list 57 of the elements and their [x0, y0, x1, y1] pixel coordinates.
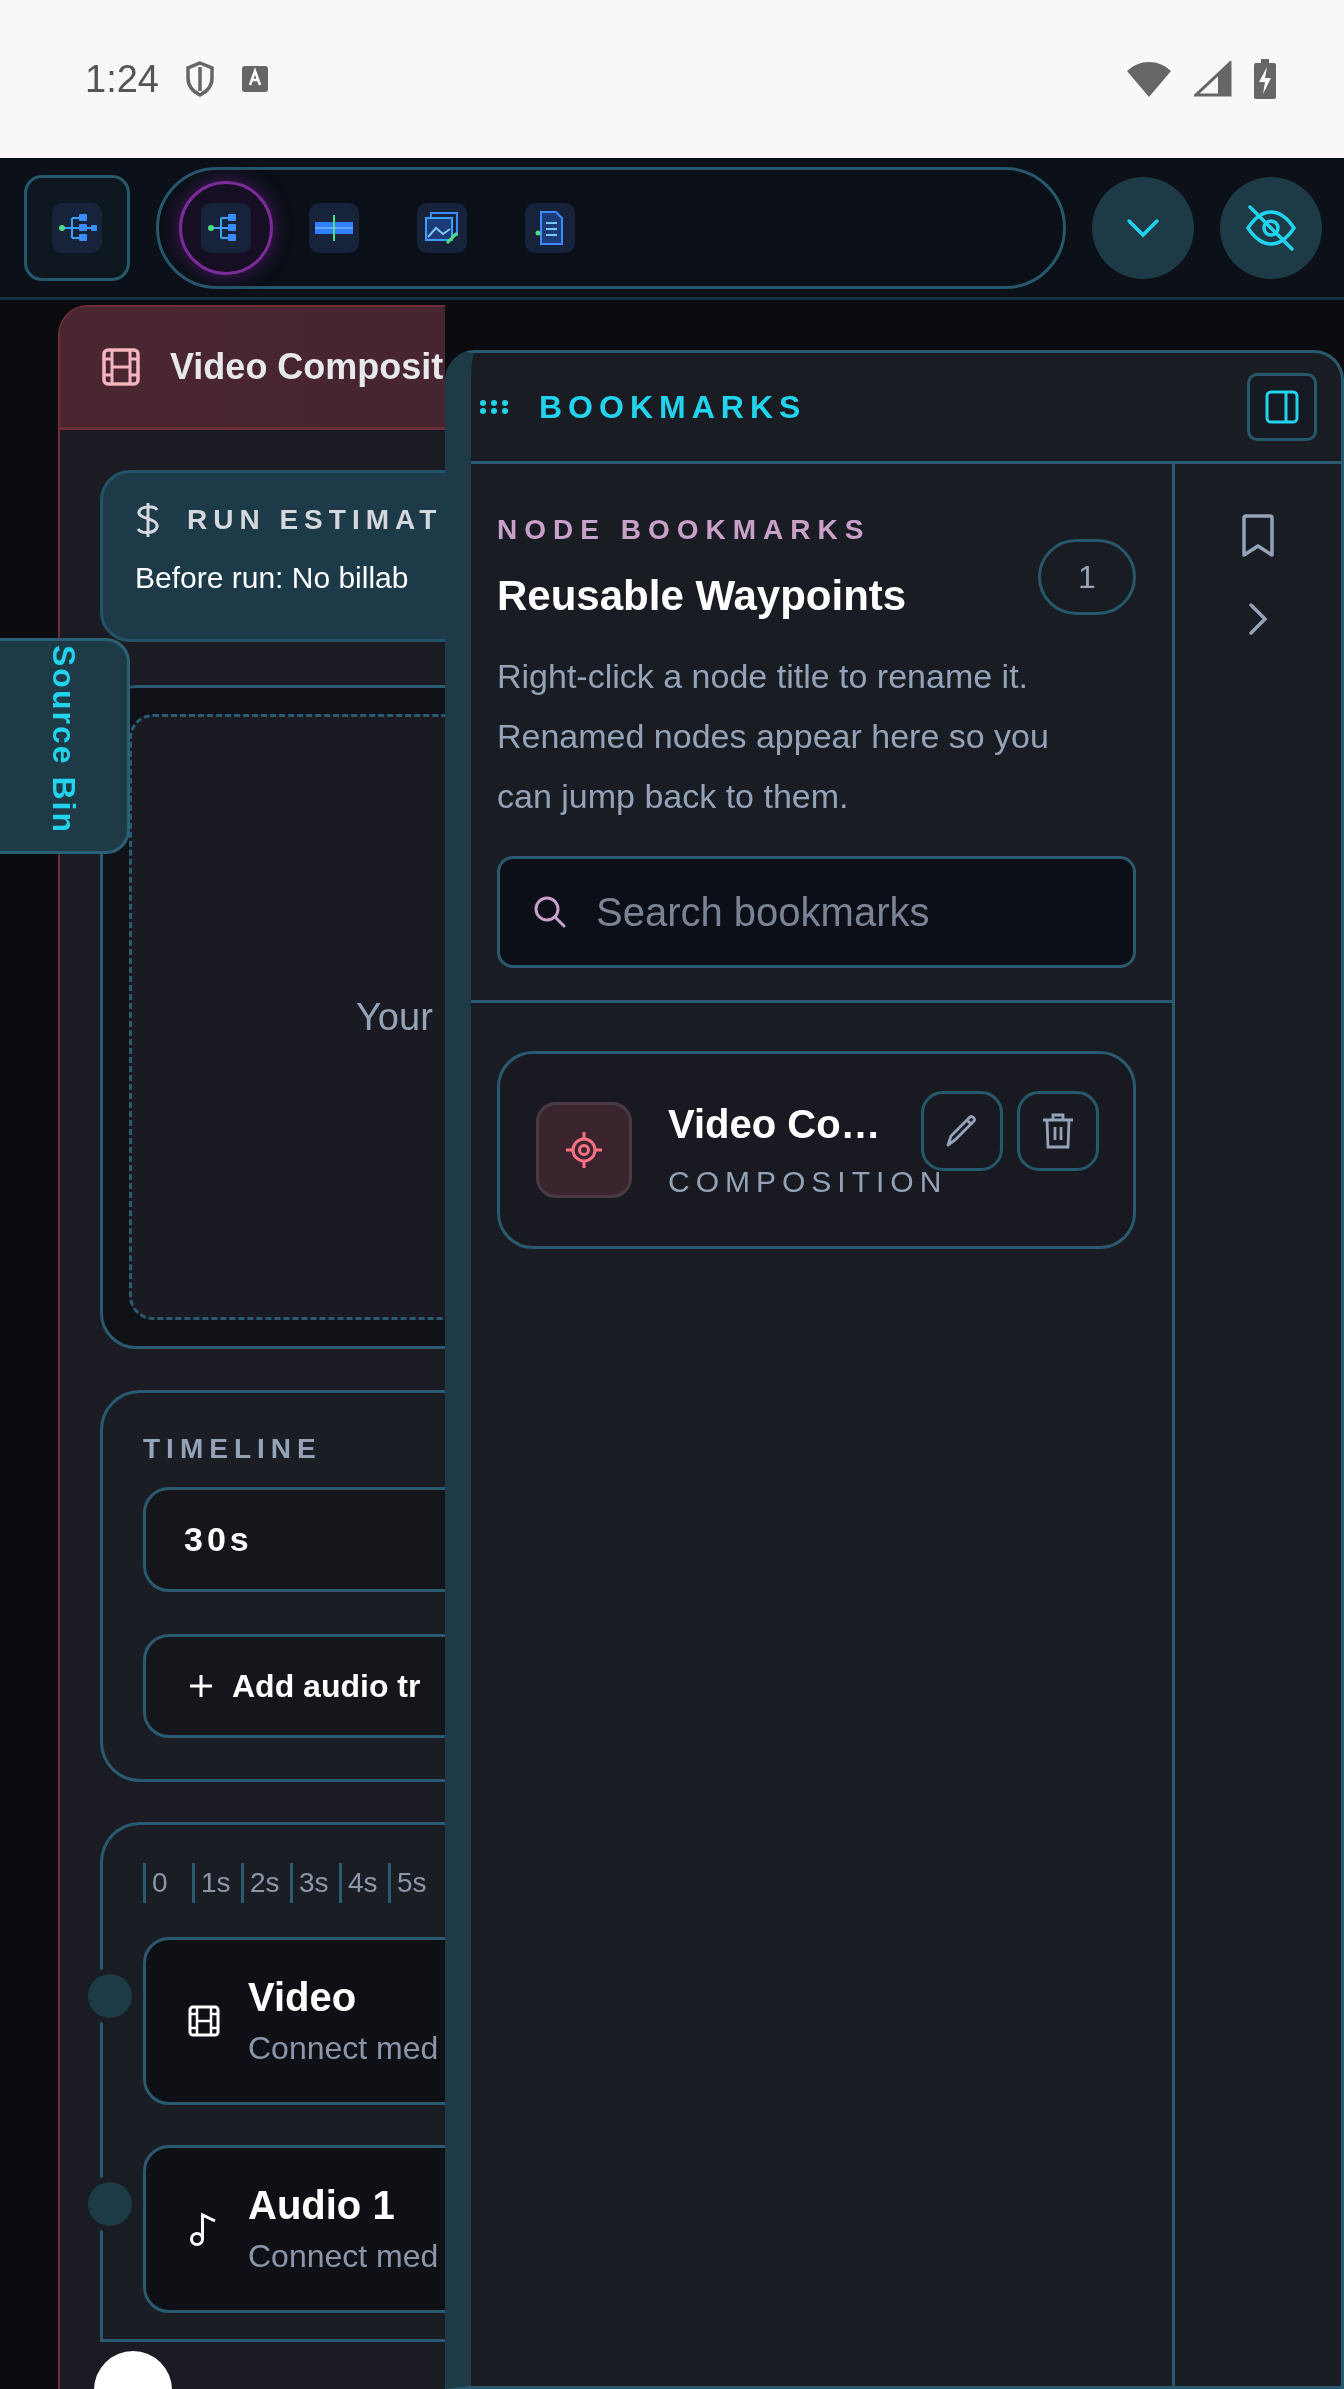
section-eyebrow: NODE BOOKMARKS — [497, 514, 872, 546]
keyboard-icon — [240, 65, 269, 93]
sidebar-icon — [1265, 390, 1299, 424]
search-icon — [532, 894, 568, 930]
section-heading: Reusable Waypoints — [497, 572, 907, 620]
description-text: Right-click a node title to rename it. Renamed nodes appear here so you can jump back to them. — [497, 656, 1050, 817]
bookmark-title: Video Co… — [668, 1101, 882, 1147]
wifi-icon — [1126, 61, 1172, 97]
dock-panel-button[interactable] — [1247, 373, 1317, 441]
plus-icon — [188, 1673, 214, 1699]
bookmark-icon[interactable] — [1240, 514, 1276, 558]
eye-off-icon — [1244, 203, 1298, 252]
rename-button[interactable] — [921, 1091, 1003, 1171]
track-name: Video — [248, 1975, 358, 2020]
ruler-tick: 5s — [388, 1863, 437, 1903]
panel-title: BOOKMARKS — [539, 388, 807, 426]
dollar-icon — [135, 501, 161, 539]
bookmark-count: 1 — [1038, 539, 1136, 615]
duration-field[interactable]: 30s — [143, 1487, 445, 1592]
timeline-label: TIMELINE — [143, 1433, 323, 1465]
document-icon — [525, 202, 575, 253]
ruler-tick: 2s — [241, 1863, 290, 1903]
shield-icon — [184, 61, 215, 97]
workflow-icon — [52, 202, 102, 253]
track-name: Audio 1 — [248, 2183, 396, 2228]
workspace-tab[interactable] — [179, 180, 273, 275]
bookmark-type: COMPOSITION — [668, 1164, 948, 1199]
search-input[interactable]: Search bookmarks — [594, 888, 1098, 936]
search-field[interactable]: Search bookmarks — [497, 856, 1136, 968]
run-estimate-text: Before run: No billab — [135, 561, 410, 595]
film-icon — [188, 2005, 220, 2037]
status-time: 1:24 — [85, 57, 159, 101]
timeline-icon — [309, 202, 359, 253]
run-estimate-label: RUN ESTIMAT — [187, 504, 443, 536]
workflow-icon — [201, 202, 251, 253]
ruler-tick: 0 — [143, 1863, 192, 1903]
preview-text: Your — [356, 995, 433, 1039]
delete-button[interactable] — [1017, 1091, 1099, 1171]
bookmark-item[interactable]: Video Co… COMPOSITION — [497, 1051, 1136, 1249]
drag-handle-icon[interactable] — [479, 399, 509, 415]
chevron-down-icon — [1126, 217, 1160, 238]
signal-icon — [1194, 61, 1232, 97]
images-icon — [417, 202, 467, 253]
node-title: Video Composit — [170, 346, 444, 388]
track-hint: Connect med — [248, 2238, 439, 2275]
trash-icon — [1040, 1112, 1076, 1150]
target-icon — [564, 1130, 604, 1170]
ruler-tick: 1s — [192, 1863, 241, 1903]
ruler-tick: 4s — [339, 1863, 388, 1903]
film-icon — [102, 348, 140, 386]
chevron-right-icon[interactable] — [1247, 602, 1269, 636]
workflow-button[interactable] — [24, 174, 130, 281]
battery-charging-icon — [1254, 59, 1276, 99]
ruler-tick: 3s — [290, 1863, 339, 1903]
add-audio-track-button[interactable]: Add audio tr — [143, 1634, 445, 1738]
source-bin-tab[interactable]: Source Bin — [0, 638, 130, 854]
track-hint: Connect med — [248, 2030, 439, 2067]
